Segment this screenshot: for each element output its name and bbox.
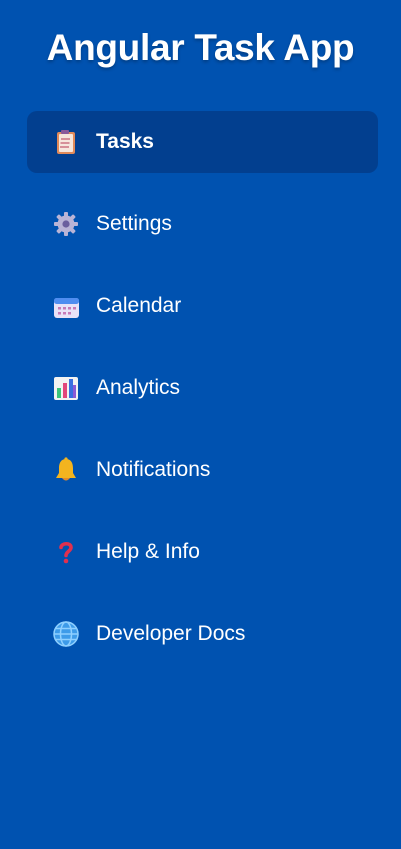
sidebar-item-notifications[interactable]: Notifications — [27, 439, 378, 501]
sidebar-item-label: Notifications — [96, 458, 211, 481]
sidebar-item-tasks[interactable]: Tasks — [27, 111, 378, 173]
sidebar-item-developer-docs[interactable]: Developer Docs — [27, 603, 378, 665]
globe-icon — [52, 620, 80, 648]
sidebar-item-help[interactable]: Help & Info — [27, 521, 378, 583]
sidebar-item-label: Tasks — [96, 130, 154, 153]
sidebar-item-label: Analytics — [96, 376, 181, 399]
app-title: Angular Task App — [46, 27, 355, 68]
clipboard-icon — [52, 128, 80, 156]
sidebar-item-settings[interactable]: Settings — [27, 193, 378, 255]
sidebar-item-calendar[interactable]: Calendar — [27, 275, 378, 337]
sidebar-item-label: Help & Info — [96, 540, 200, 563]
gear-icon — [52, 210, 80, 238]
chart-icon — [52, 374, 80, 402]
sidebar-item-label: Calendar — [96, 294, 182, 317]
calendar-icon — [52, 292, 80, 320]
bell-icon — [52, 456, 80, 484]
sidebar: Angular Task App Tasks Settings Calendar… — [0, 0, 401, 849]
sidebar-item-label: Settings — [96, 212, 172, 235]
sidebar-item-label: Developer Docs — [96, 622, 246, 645]
sidebar-nav: Tasks Settings Calendar Analytics Notifi… — [27, 111, 378, 685]
sidebar-item-analytics[interactable]: Analytics — [27, 357, 378, 419]
question-icon — [52, 538, 80, 566]
